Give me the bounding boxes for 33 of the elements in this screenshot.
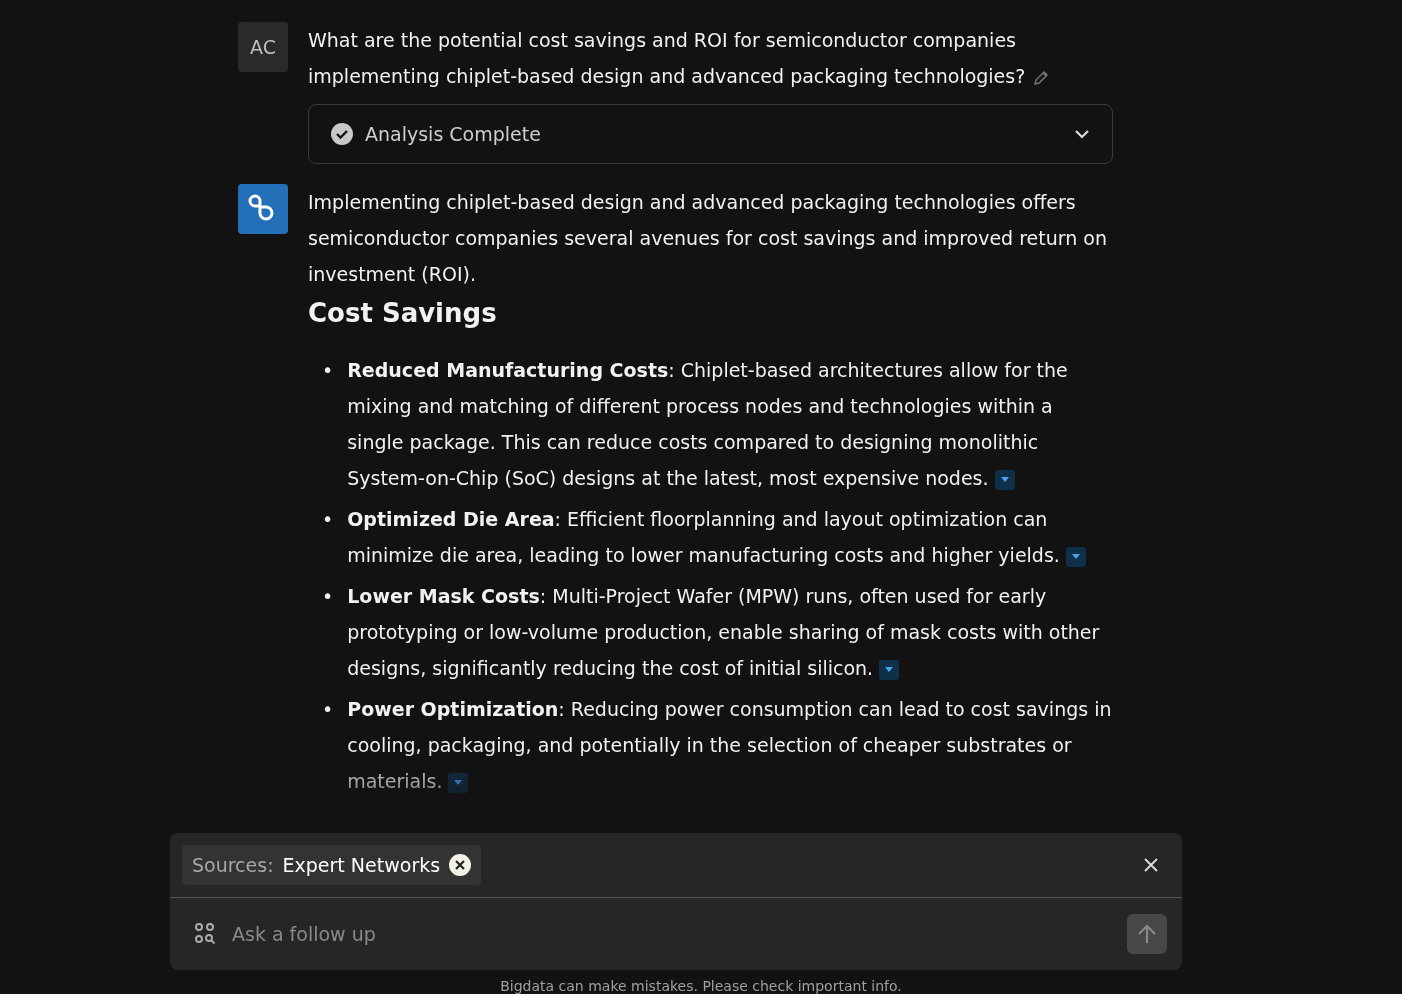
close-icon [1144,858,1158,872]
citation-button[interactable] [448,772,469,793]
answer-paragraph: Implementing chiplet-based design and advanced packaging technologies offers semiconductor companies several avenues for cost savings and improved return on investment (ROI). [308,190,1108,287]
chevron-icon [1074,129,1090,139]
citation-button[interactable] [879,659,900,680]
caret-icon [1000,477,1009,482]
citation-button[interactable] [994,469,1015,490]
check-circle-icon [331,123,353,145]
disclaimer-text: Bigdata can make mistakes. Please check important info. [500,978,902,994]
send-button[interactable] [1127,914,1167,954]
user-avatar: AC [238,22,288,72]
search-people-icon [194,922,218,946]
citation-button[interactable] [1065,546,1086,567]
caret-icon [454,780,463,785]
bullet-text: Power Optimization: Reducing power consumption can lead to cost savings in cooling, packaging, and potentially in the selection of cheaper substrates or materials. [347,697,1113,795]
question-text: What are the potential cost savings and ROI for semiconductor companies implementing chiplet-based design and advanced packaging technologies? [308,22,1113,94]
analysis-status[interactable]: Analysis Complete [308,104,1113,164]
source-name: Expert Networks [282,854,441,876]
section-heading: Cost Savings [308,298,498,328]
arrow-up-icon [1136,923,1158,945]
bullet-marker: • [322,507,334,532]
caret-icon [1071,554,1080,559]
remove-icon[interactable] [449,854,472,876]
bullet-text: Optimized Die Area: Efficient floorplanning and layout optimization can minimize die area, leading to lower manufacturing costs and higher yields. [347,501,1113,573]
bullet-text: Lower Mask Costs: Multi-Project Wafer (MPW) runs, often used for early prototyping or low-volume production, enable sharing of mask costs with other designs, significantly reducing the cost of initial silicon. [347,584,1101,682]
bullet-marker: • [322,584,334,609]
bullet-marker: • [322,697,334,722]
bullet-marker: • [322,358,334,383]
sources-label: Sources: [192,854,274,876]
pencil-icon[interactable] [1033,69,1050,86]
bullet-text: Reduced Manufacturing Costs: Chiplet-based architectures allow for the mixing and matching of different process nodes and technologies within a single package. This can reduce costs compared to designing monolithic System-on-Chip (SoC) designs at the latest, most expensive nodes. [347,358,1069,492]
follow-up-field[interactable]: Ask a follow up [230,922,1115,946]
caret-icon [885,667,894,672]
